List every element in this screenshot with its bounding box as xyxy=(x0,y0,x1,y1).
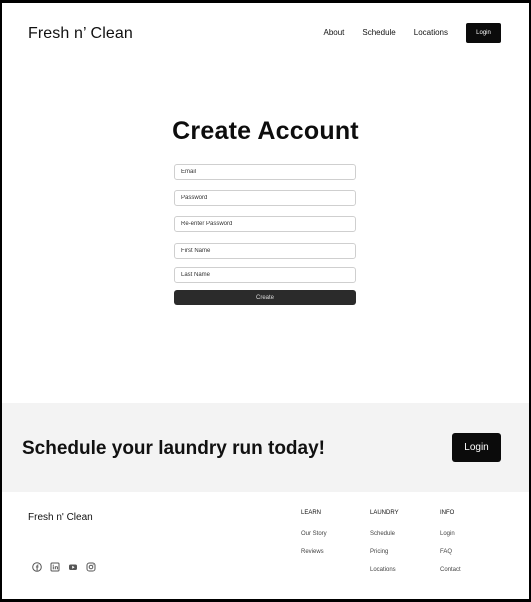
page-title: Create Account xyxy=(172,117,359,145)
cta-band: Schedule your laundry run today! Login xyxy=(2,403,529,492)
site-header: Fresh n’ Clean About Schedule Locations … xyxy=(2,3,529,65)
footer-link-schedule[interactable]: Schedule xyxy=(370,530,399,548)
footer-link-our-story[interactable]: Our Story xyxy=(301,530,327,548)
last-name-field[interactable] xyxy=(174,267,356,283)
cta-login-button[interactable]: Login xyxy=(452,433,501,462)
footer-heading-info: INFO xyxy=(440,510,455,516)
social-links xyxy=(32,559,104,572)
first-name-field[interactable] xyxy=(174,243,356,259)
header-login-button[interactable]: Login xyxy=(466,23,501,43)
password-field[interactable] xyxy=(174,190,356,206)
linkedin-icon[interactable] xyxy=(50,559,60,572)
nav-locations[interactable]: Locations xyxy=(414,23,448,43)
nav-schedule[interactable]: Schedule xyxy=(362,23,395,43)
brand-logo[interactable]: Fresh n’ Clean xyxy=(28,25,133,43)
create-account-button[interactable]: Create xyxy=(174,290,356,305)
nav-about[interactable]: About xyxy=(323,23,344,43)
youtube-icon[interactable] xyxy=(68,559,78,570)
footer-brand: Fresh n' Clean xyxy=(28,512,93,523)
footer-link-faq[interactable]: FAQ xyxy=(440,548,461,566)
footer-column-info: INFO Login FAQ Contact xyxy=(440,509,461,584)
footer-link-reviews[interactable]: Reviews xyxy=(301,548,327,566)
footer-heading-laundry: LAUNDRY xyxy=(370,510,399,516)
footer-link-pricing[interactable]: Pricing xyxy=(370,548,399,566)
main-nav: About Schedule Locations Login xyxy=(323,23,501,43)
footer-link-login[interactable]: Login xyxy=(440,530,461,548)
footer-link-locations[interactable]: Locations xyxy=(370,566,399,584)
facebook-icon[interactable] xyxy=(32,559,42,572)
footer-link-contact[interactable]: Contact xyxy=(440,566,461,584)
confirm-password-field[interactable] xyxy=(174,216,356,232)
footer-column-learn: LEARN Our Story Reviews xyxy=(301,509,327,566)
cta-heading: Schedule your laundry run today! xyxy=(22,438,325,459)
email-field[interactable] xyxy=(174,164,356,180)
footer-heading-learn: LEARN xyxy=(301,510,322,516)
instagram-icon[interactable] xyxy=(86,559,96,572)
page: Fresh n’ Clean About Schedule Locations … xyxy=(2,3,529,599)
footer-column-laundry: LAUNDRY Schedule Pricing Locations xyxy=(370,509,399,584)
